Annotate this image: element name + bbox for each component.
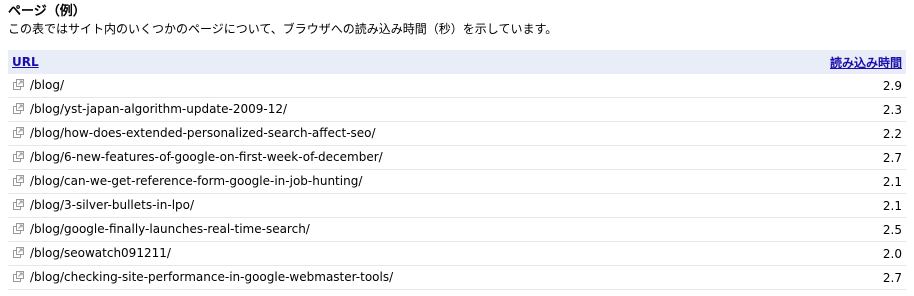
external-link-icon[interactable] bbox=[12, 78, 25, 91]
url-cell-content: /blog/3-silver-bullets-in-lpo/ bbox=[12, 198, 194, 212]
table-header-row: URL 読み込み時間 bbox=[8, 50, 906, 74]
load-time-cell: 2.1 bbox=[738, 169, 906, 194]
load-time-column-header: 読み込み時間 bbox=[738, 50, 906, 74]
external-link-icon[interactable] bbox=[12, 174, 25, 187]
external-link-icon[interactable] bbox=[12, 102, 25, 115]
page-url-text: /blog/3-silver-bullets-in-lpo/ bbox=[30, 197, 195, 212]
url-cell: /blog/ bbox=[8, 74, 738, 98]
load-time-cell: 2.3 bbox=[738, 97, 906, 122]
load-time-cell: 2.7 bbox=[738, 145, 906, 170]
url-cell-content: /blog/seowatch091211/ bbox=[12, 246, 171, 260]
load-time-cell: 2.0 bbox=[738, 241, 906, 266]
url-cell: /blog/can-we-get-reference-form-google-i… bbox=[8, 169, 738, 194]
page-url-text: /blog/google-finally-launches-real-time-… bbox=[30, 221, 310, 236]
url-column-header: URL bbox=[8, 50, 738, 74]
table-row: /blog/google-finally-launches-real-time-… bbox=[8, 217, 906, 242]
url-sort-link[interactable]: URL bbox=[12, 55, 39, 69]
table-row: /blog/2.9 bbox=[8, 74, 906, 98]
external-link-icon[interactable] bbox=[12, 126, 25, 139]
url-cell-content: /blog/ bbox=[12, 78, 64, 92]
url-cell: /blog/seowatch091211/ bbox=[8, 241, 738, 266]
external-link-icon[interactable] bbox=[12, 246, 25, 259]
load-time-cell: 2.7 bbox=[738, 265, 906, 290]
url-cell-content: /blog/can-we-get-reference-form-google-i… bbox=[12, 174, 362, 188]
table-row: /blog/how-does-extended-personalized-sea… bbox=[8, 121, 906, 146]
page-url-text: /blog/ bbox=[30, 77, 64, 92]
external-link-icon[interactable] bbox=[12, 198, 25, 211]
load-time-cell: 2.9 bbox=[738, 74, 906, 98]
url-cell-content: /blog/6-new-features-of-google-on-first-… bbox=[12, 150, 383, 164]
page-url-text: /blog/checking-site-performance-in-googl… bbox=[30, 269, 394, 284]
table-row: /blog/3-silver-bullets-in-lpo/2.1 bbox=[8, 193, 906, 218]
table-row: /blog/checking-site-performance-in-googl… bbox=[8, 265, 906, 290]
page-url-text: /blog/can-we-get-reference-form-google-i… bbox=[30, 173, 363, 188]
page-url-text: /blog/yst-japan-algorithm-update-2009-12… bbox=[30, 101, 288, 116]
page-title: ページ（例） bbox=[8, 4, 86, 19]
url-cell: /blog/checking-site-performance-in-googl… bbox=[8, 265, 738, 290]
url-cell: /blog/6-new-features-of-google-on-first-… bbox=[8, 145, 738, 170]
load-time-cell: 2.5 bbox=[738, 217, 906, 242]
page-description: この表ではサイト内のいくつかのページについて、ブラウザへの読み込み時間（秒）を示… bbox=[8, 22, 558, 36]
url-cell-content: /blog/how-does-extended-personalized-sea… bbox=[12, 126, 376, 140]
url-cell: /blog/3-silver-bullets-in-lpo/ bbox=[8, 193, 738, 218]
table-row: /blog/yst-japan-algorithm-update-2009-12… bbox=[8, 97, 906, 122]
url-cell: /blog/yst-japan-algorithm-update-2009-12… bbox=[8, 97, 738, 122]
table-row: /blog/seowatch091211/2.0 bbox=[8, 241, 906, 266]
url-cell: /blog/how-does-extended-personalized-sea… bbox=[8, 121, 738, 146]
load-time-sort-link[interactable]: 読み込み時間 bbox=[830, 56, 902, 70]
url-cell-content: /blog/checking-site-performance-in-googl… bbox=[12, 270, 393, 284]
table-row: /blog/6-new-features-of-google-on-first-… bbox=[8, 145, 906, 170]
table-body: /blog/2.9/blog/yst-japan-algorithm-updat… bbox=[8, 74, 906, 290]
url-cell: /blog/google-finally-launches-real-time-… bbox=[8, 217, 738, 242]
page-url-text: /blog/how-does-extended-personalized-sea… bbox=[30, 125, 376, 140]
page-url-text: /blog/6-new-features-of-google-on-first-… bbox=[30, 149, 383, 164]
url-cell-content: /blog/yst-japan-algorithm-update-2009-12… bbox=[12, 102, 287, 116]
url-cell-content: /blog/google-finally-launches-real-time-… bbox=[12, 222, 310, 236]
load-time-cell: 2.1 bbox=[738, 193, 906, 218]
load-time-cell: 2.2 bbox=[738, 121, 906, 146]
page-load-time-table: URL 読み込み時間 /blog/2.9/blog/yst-japan-algo… bbox=[8, 50, 906, 290]
external-link-icon[interactable] bbox=[12, 270, 25, 283]
external-link-icon[interactable] bbox=[12, 150, 25, 163]
page-url-text: /blog/seowatch091211/ bbox=[30, 245, 171, 260]
external-link-icon[interactable] bbox=[12, 222, 25, 235]
table-row: /blog/can-we-get-reference-form-google-i… bbox=[8, 169, 906, 194]
